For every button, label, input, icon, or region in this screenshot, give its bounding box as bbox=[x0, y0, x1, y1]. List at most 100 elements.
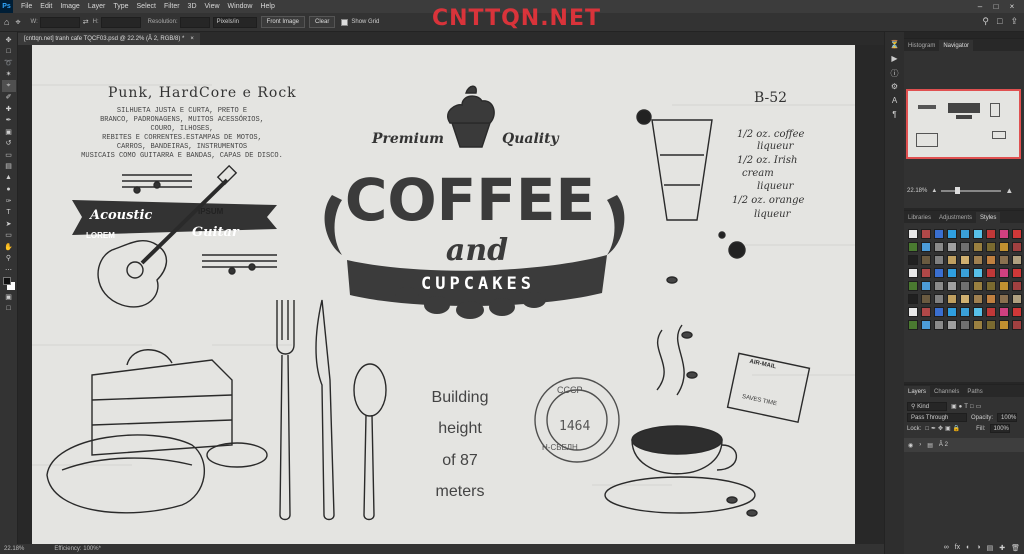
tab-paths[interactable]: Paths bbox=[963, 386, 986, 397]
style-preset[interactable] bbox=[947, 281, 957, 291]
style-preset[interactable] bbox=[1012, 320, 1022, 330]
navigator-thumbnail[interactable] bbox=[906, 89, 1021, 159]
delete-layer-icon[interactable]: 🗑 bbox=[1011, 544, 1020, 552]
style-preset[interactable] bbox=[960, 294, 970, 304]
style-preset[interactable] bbox=[908, 268, 918, 278]
zoom-in-icon[interactable]: ▲ bbox=[1005, 186, 1013, 195]
style-preset[interactable] bbox=[986, 229, 996, 239]
status-efficiency[interactable]: Efficiency: 100%* bbox=[54, 546, 101, 552]
maximize-icon[interactable]: □ bbox=[988, 2, 1004, 11]
lasso-tool-icon[interactable]: ➰ bbox=[2, 57, 16, 69]
style-preset[interactable] bbox=[921, 281, 931, 291]
style-preset[interactable] bbox=[934, 294, 944, 304]
quick-select-icon[interactable]: ✶ bbox=[2, 69, 16, 81]
menu-type[interactable]: Type bbox=[109, 3, 132, 10]
opacity-input[interactable]: 100% bbox=[997, 413, 1018, 422]
fill-input[interactable]: 100% bbox=[989, 424, 1010, 433]
style-preset[interactable] bbox=[986, 255, 996, 265]
style-preset[interactable] bbox=[947, 242, 957, 252]
crop-icon[interactable]: ⌖ bbox=[1, 80, 16, 92]
menu-select[interactable]: Select bbox=[133, 3, 160, 10]
style-preset[interactable] bbox=[921, 268, 931, 278]
style-preset[interactable] bbox=[986, 294, 996, 304]
workspace-icon[interactable]: □ bbox=[997, 16, 1002, 27]
style-preset[interactable] bbox=[999, 307, 1009, 317]
minimize-icon[interactable]: – bbox=[972, 2, 988, 11]
resolution-unit-select[interactable]: Pixels/in bbox=[212, 16, 257, 28]
menu-layer[interactable]: Layer bbox=[84, 3, 110, 10]
tab-navigator[interactable]: Navigator bbox=[939, 40, 974, 51]
style-preset[interactable] bbox=[973, 229, 983, 239]
menu-file[interactable]: File bbox=[17, 3, 36, 10]
info-panel-icon[interactable]: ⓘ bbox=[891, 68, 899, 82]
home-icon[interactable]: ⌂ bbox=[4, 17, 9, 27]
show-grid-checkbox[interactable] bbox=[341, 18, 349, 26]
style-preset[interactable] bbox=[908, 255, 918, 265]
status-zoom[interactable]: 22.18% bbox=[4, 546, 24, 552]
tab-adjustments[interactable]: Adjustments bbox=[935, 212, 976, 223]
style-preset[interactable] bbox=[921, 294, 931, 304]
pen-icon[interactable]: ✑ bbox=[2, 195, 16, 207]
tab-histogram[interactable]: Histogram bbox=[904, 40, 939, 51]
style-preset[interactable] bbox=[1012, 294, 1022, 304]
style-preset[interactable] bbox=[1012, 229, 1022, 239]
add-mask-icon[interactable]: ◐ bbox=[966, 544, 970, 552]
style-preset[interactable] bbox=[973, 242, 983, 252]
style-preset[interactable] bbox=[973, 307, 983, 317]
style-preset[interactable] bbox=[947, 320, 957, 330]
style-preset[interactable] bbox=[947, 229, 957, 239]
style-preset[interactable] bbox=[934, 281, 944, 291]
style-preset[interactable] bbox=[973, 268, 983, 278]
share-icon[interactable]: ⇪ bbox=[1010, 16, 1018, 27]
style-preset[interactable] bbox=[1012, 242, 1022, 252]
brush-icon[interactable]: ✒ bbox=[2, 115, 16, 127]
style-preset[interactable] bbox=[908, 242, 918, 252]
quick-mask-icon[interactable]: ▣ bbox=[2, 292, 16, 304]
close-window-icon[interactable]: × bbox=[1004, 2, 1020, 11]
dodge-icon[interactable]: ● bbox=[2, 184, 16, 196]
style-preset[interactable] bbox=[908, 307, 918, 317]
blend-mode-select[interactable]: Pass Through bbox=[907, 413, 967, 422]
color-swatches[interactable] bbox=[2, 276, 16, 292]
hand-icon[interactable]: ✋ bbox=[2, 241, 16, 253]
width-input[interactable] bbox=[39, 16, 80, 28]
fx-icon[interactable]: fx bbox=[955, 544, 960, 552]
path-select-icon[interactable]: ➤ bbox=[2, 218, 16, 230]
gradient-icon[interactable]: ▤ bbox=[2, 161, 16, 173]
style-preset[interactable] bbox=[973, 281, 983, 291]
eyedropper-icon[interactable]: ✐ bbox=[2, 92, 16, 104]
style-preset[interactable] bbox=[986, 281, 996, 291]
menu-help[interactable]: Help bbox=[256, 3, 278, 10]
style-preset[interactable] bbox=[934, 320, 944, 330]
style-preset[interactable] bbox=[921, 320, 931, 330]
character-panel-icon[interactable]: A bbox=[892, 96, 897, 110]
style-preset[interactable] bbox=[960, 307, 970, 317]
style-preset[interactable] bbox=[1012, 268, 1022, 278]
visibility-eye-icon[interactable]: ◉ bbox=[908, 442, 913, 449]
style-preset[interactable] bbox=[921, 242, 931, 252]
zoom-icon[interactable]: ⚲ bbox=[2, 253, 16, 265]
history-panel-icon[interactable]: ⏳ bbox=[890, 40, 900, 54]
style-preset[interactable] bbox=[908, 229, 918, 239]
type-tool-icon[interactable]: T bbox=[2, 207, 16, 219]
tab-libraries[interactable]: Libraries bbox=[904, 212, 935, 223]
close-tab-icon[interactable]: × bbox=[190, 36, 194, 42]
style-preset[interactable] bbox=[999, 242, 1009, 252]
actions-panel-icon[interactable]: ▶ bbox=[891, 54, 897, 68]
style-preset[interactable] bbox=[1012, 255, 1022, 265]
screen-mode-icon[interactable]: □ bbox=[2, 303, 16, 315]
style-preset[interactable] bbox=[999, 281, 1009, 291]
filter-icons[interactable]: ▣●T□▭ bbox=[951, 403, 983, 410]
height-input[interactable] bbox=[100, 16, 141, 28]
style-preset[interactable] bbox=[960, 281, 970, 291]
zoom-slider[interactable] bbox=[941, 186, 1002, 194]
style-preset[interactable] bbox=[921, 307, 931, 317]
style-preset[interactable] bbox=[986, 320, 996, 330]
navigator-zoom[interactable]: 22.18% bbox=[907, 188, 927, 194]
style-preset[interactable] bbox=[973, 294, 983, 304]
style-preset[interactable] bbox=[934, 307, 944, 317]
shape-icon[interactable]: ▭ bbox=[2, 230, 16, 242]
menu-filter[interactable]: Filter bbox=[160, 3, 184, 10]
more-tools-icon[interactable]: ⋯ bbox=[2, 264, 16, 276]
layer-name[interactable]: Â 2 bbox=[939, 442, 948, 448]
